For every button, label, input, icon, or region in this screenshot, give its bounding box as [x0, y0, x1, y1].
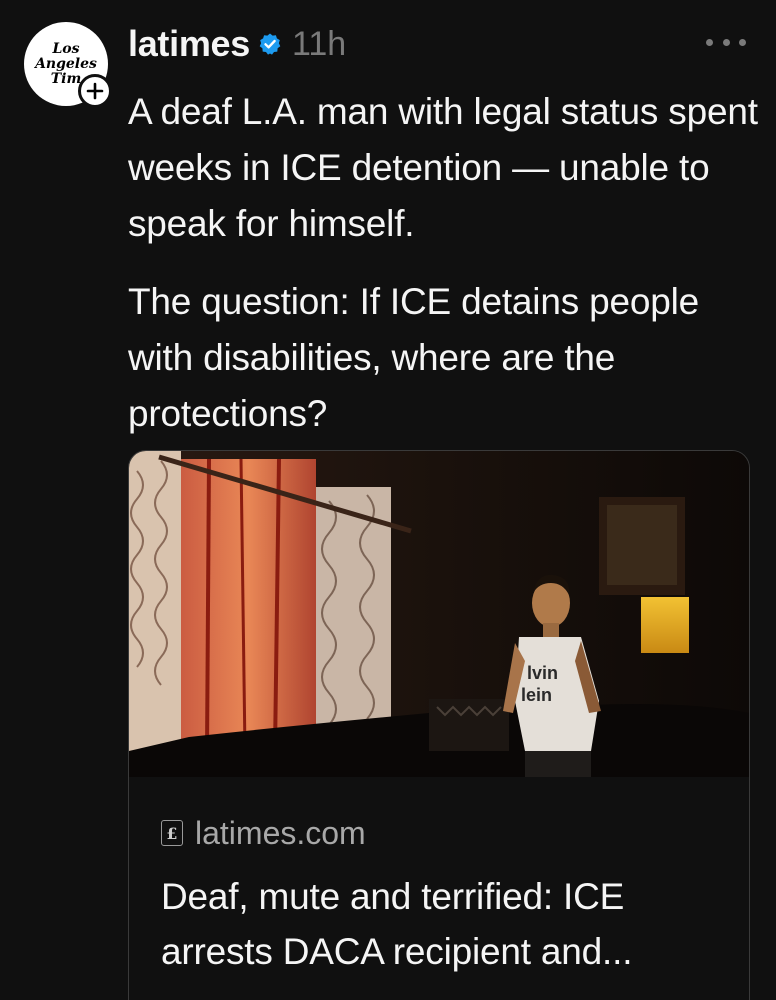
- link-domain-row: £ latimes.com: [161, 813, 366, 853]
- post: Los Angeles Tim latimes 11h A deaf L.A. …: [0, 0, 776, 1000]
- username[interactable]: latimes: [128, 23, 250, 65]
- more-dot: [706, 38, 713, 46]
- verified-badge-icon: [258, 32, 282, 56]
- follow-plus-icon[interactable]: [78, 74, 112, 108]
- avatar-text-line-3: Tim: [50, 70, 82, 87]
- post-paragraph-2: The question: If ICE detains people with…: [128, 281, 699, 434]
- shirt-print-line-1: lvin: [527, 663, 558, 683]
- post-paragraph-1: A deaf L.A. man with legal status spent …: [128, 91, 758, 244]
- more-dot: [739, 38, 746, 46]
- site-favicon-icon: £: [161, 820, 183, 846]
- link-headline[interactable]: Deaf, mute and terrified: ICE arrests DA…: [161, 869, 721, 979]
- article-photo[interactable]: lvin lein: [129, 451, 749, 777]
- more-options-icon[interactable]: [706, 32, 746, 52]
- more-dot: [722, 38, 730, 46]
- post-header: latimes 11h: [128, 22, 346, 66]
- link-domain: latimes.com: [195, 814, 366, 851]
- avatar-text-line-2: Angeles: [35, 55, 97, 72]
- link-preview-card[interactable]: lvin lein £ latimes.com Deaf, mute and t…: [128, 450, 750, 1000]
- post-timestamp: 11h: [291, 24, 347, 63]
- avatar-text-line-1: Los: [52, 40, 80, 57]
- shirt-print-line-2: lein: [521, 685, 552, 705]
- post-text: A deaf L.A. man with legal status spent …: [128, 84, 758, 442]
